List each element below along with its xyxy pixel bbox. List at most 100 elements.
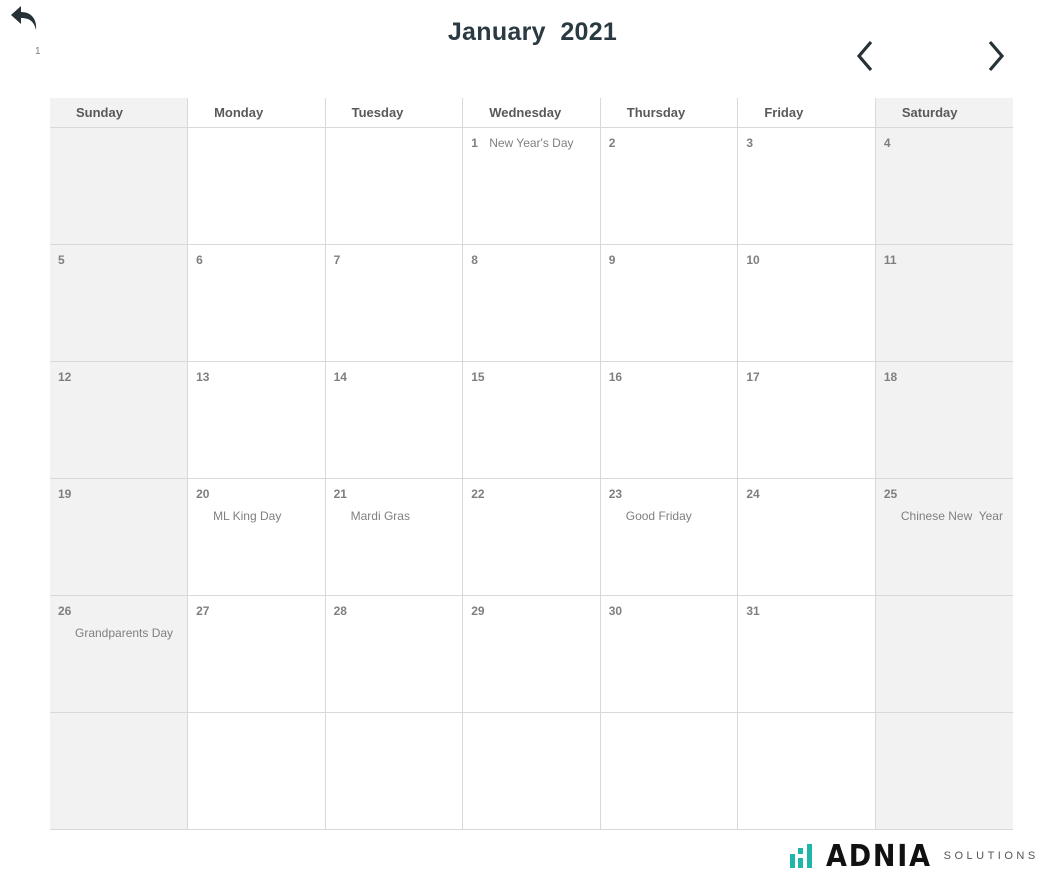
day-number: 6 xyxy=(196,253,203,267)
week-row xyxy=(50,712,1013,830)
day-cell[interactable]: 24 xyxy=(737,478,876,596)
day-number: 18 xyxy=(883,370,898,384)
day-cell[interactable]: 18 xyxy=(875,361,1013,479)
day-cell[interactable]: 1 New Year's Day xyxy=(462,127,601,245)
day-cell[interactable]: 19 xyxy=(50,478,189,596)
day-number: 1 xyxy=(471,136,478,150)
sheet-number: 1 xyxy=(35,46,41,57)
day-number: 15 xyxy=(471,370,485,384)
holiday-label: Good Friday xyxy=(625,509,692,523)
day-cell[interactable]: 12 xyxy=(50,361,189,479)
week-row: 26 Grandparents Day 27 28 29 30 31 xyxy=(50,595,1013,713)
week-row: 12 13 14 15 16 17 18 xyxy=(50,361,1013,479)
day-number: 7 xyxy=(333,253,341,267)
day-cell[interactable]: 17 xyxy=(737,361,876,479)
day-number: 26 xyxy=(58,604,72,618)
month-title: January 2021 xyxy=(447,18,618,46)
day-cell[interactable]: 21 Mardi Gras xyxy=(325,478,464,596)
day-number: 4 xyxy=(883,136,891,150)
holiday-label: ML King Day xyxy=(213,509,282,523)
day-number: 20 xyxy=(196,487,210,501)
day-number: 5 xyxy=(58,253,65,267)
day-cell[interactable] xyxy=(187,127,326,245)
day-number: 11 xyxy=(883,253,897,267)
holiday-label: New Year's Day xyxy=(489,136,574,150)
weekday-header-tuesday: Tuesday xyxy=(325,98,464,128)
holiday-label: Chinese New Year xyxy=(900,509,1003,523)
day-cell[interactable]: 9 xyxy=(600,244,739,362)
holiday-label: Grandparents Day xyxy=(75,626,174,640)
day-cell[interactable]: 11 xyxy=(875,244,1013,362)
day-cell[interactable] xyxy=(325,712,464,830)
day-number: 9 xyxy=(608,253,616,267)
day-cell[interactable]: 4 xyxy=(875,127,1013,245)
week-row: 19 20 ML King Day 21 Mardi Gras 22 23 Good Frid… xyxy=(50,478,1013,596)
day-cell[interactable]: 13 xyxy=(187,361,326,479)
day-cell[interactable]: 5 xyxy=(50,244,189,362)
weekday-header-row: Sunday Monday Tuesday Wednesday Thursday Frid… xyxy=(50,98,1013,128)
day-number: 3 xyxy=(746,136,753,150)
day-number: 2 xyxy=(608,136,616,150)
day-number: 24 xyxy=(746,487,760,501)
day-cell[interactable]: 3 xyxy=(737,127,876,245)
logo-wordmark: ADNIA xyxy=(826,838,932,874)
day-cell[interactable]: 15 xyxy=(462,361,601,479)
day-cell[interactable] xyxy=(50,127,189,245)
logo-subtitle: SOLUTIONS xyxy=(943,850,1039,862)
day-number: 31 xyxy=(746,604,760,618)
day-number: 30 xyxy=(608,604,623,618)
weekday-header-thursday: Thursday xyxy=(600,98,739,128)
day-number: 17 xyxy=(746,370,760,384)
day-number: 14 xyxy=(333,370,347,384)
day-cell[interactable]: 14 xyxy=(325,361,464,479)
day-number: 23 xyxy=(608,487,623,501)
day-cell[interactable]: 26 Grandparents Day xyxy=(50,595,189,713)
day-cell[interactable]: 27 xyxy=(187,595,326,713)
day-cell[interactable]: 16 xyxy=(600,361,739,479)
day-cell[interactable] xyxy=(875,595,1013,713)
weekday-header-sunday: Sunday xyxy=(50,98,189,128)
day-number: 22 xyxy=(471,487,485,501)
day-cell[interactable]: 2 xyxy=(600,127,739,245)
chevron-left-icon[interactable] xyxy=(853,38,877,74)
day-cell[interactable]: 22 xyxy=(462,478,601,596)
holiday-label: Mardi Gras xyxy=(350,509,410,523)
day-cell[interactable]: 30 xyxy=(600,595,739,713)
day-number: 25 xyxy=(883,487,898,501)
day-cell[interactable]: 8 xyxy=(462,244,601,362)
day-cell[interactable]: 25 Chinese New Year xyxy=(875,478,1013,596)
day-number: 8 xyxy=(471,253,478,267)
day-number: 16 xyxy=(608,370,623,384)
weekday-header-saturday: Saturday xyxy=(875,98,1013,128)
day-number: 13 xyxy=(196,370,210,384)
day-cell[interactable] xyxy=(875,712,1013,830)
day-cell[interactable]: 7 xyxy=(325,244,464,362)
day-number: 12 xyxy=(58,370,72,384)
day-cell[interactable] xyxy=(187,712,326,830)
day-number: 29 xyxy=(471,604,485,618)
day-cell[interactable]: 31 xyxy=(737,595,876,713)
day-cell[interactable] xyxy=(50,712,189,830)
weekday-header-wednesday: Wednesday xyxy=(462,98,601,128)
weekday-header-monday: Monday xyxy=(187,98,326,128)
day-cell[interactable]: 23 Good Friday xyxy=(600,478,739,596)
day-cell[interactable]: 20 ML King Day xyxy=(187,478,326,596)
day-cell[interactable] xyxy=(325,127,464,245)
day-number: 21 xyxy=(333,487,347,501)
week-row: 5 6 7 8 9 10 11 xyxy=(50,244,1013,362)
day-number: 10 xyxy=(746,253,760,267)
weekday-header-friday: Friday xyxy=(737,98,876,128)
day-number: 28 xyxy=(333,604,347,618)
day-cell[interactable]: 6 xyxy=(187,244,326,362)
day-cell[interactable] xyxy=(737,712,876,830)
chevron-right-icon[interactable] xyxy=(984,38,1008,74)
adnia-bars-logo-icon xyxy=(790,844,812,868)
week-row: 1 New Year's Day 2 3 4 xyxy=(50,127,1013,245)
day-cell[interactable] xyxy=(462,712,601,830)
day-cell[interactable]: 28 xyxy=(325,595,464,713)
day-cell[interactable] xyxy=(600,712,739,830)
day-cell[interactable]: 29 xyxy=(462,595,601,713)
day-cell[interactable]: 10 xyxy=(737,244,876,362)
adnia-logo: ADNIA SOLUTIONS xyxy=(790,838,1039,874)
calendar-grid: Sunday Monday Tuesday Wednesday Thursday Frid… xyxy=(50,98,1013,830)
